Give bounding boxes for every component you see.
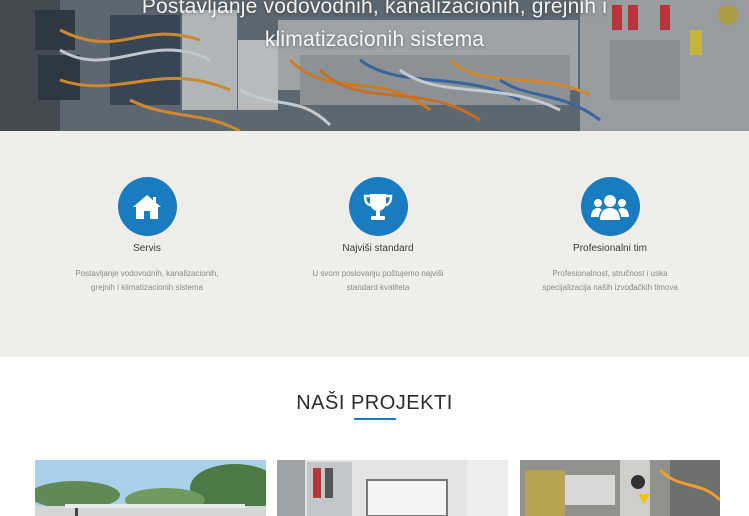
feature-description: Postavljanje vodovodnih, kanalizacionih,… (47, 267, 247, 294)
feature-icon-circle (580, 177, 640, 236)
feature-najvisi-standard: Najviši standard U svom poslovanju poštu… (278, 177, 478, 294)
feature-title: Servis (133, 243, 161, 254)
hero-title: Postavljanje vodovodnih, kanalizacionih,… (0, 0, 749, 56)
project-thumbnail-1[interactable] (35, 460, 266, 516)
hero-title-line-2: klimatizacionih sistema (264, 28, 485, 51)
feature-description-line-1: U svom poslovanju poštujemo najviši (312, 269, 444, 278)
projects-heading: NAŠI PROJEKTI (0, 392, 749, 415)
feature-servis: Servis Postavljanje vodovodnih, kanaliza… (47, 177, 247, 294)
heading-underline (354, 418, 396, 420)
project-thumbnail-3[interactable] (520, 460, 720, 516)
project-image-3 (520, 460, 720, 516)
trophy-icon (363, 193, 393, 220)
feature-description-line-2: standard kvaliteta (346, 282, 410, 292)
hero-title-line-1: Postavljanje vodovodnih, kanalizacionih,… (141, 0, 608, 18)
feature-title: Profesionalni tim (573, 243, 647, 254)
projects-heading-part-2: PROJEKTI (350, 392, 453, 414)
feature-icon-circle (117, 177, 177, 236)
projects-heading-part-1: NAŠI (296, 392, 351, 414)
feature-description-line-1: Postavljanje vodovodnih, kanalizacionih, (75, 269, 219, 278)
project-image-2 (277, 460, 508, 516)
users-icon (591, 194, 629, 220)
feature-description-line-1: Profesionalnost, stručnost i uska (552, 269, 668, 278)
feature-description: U svom poslovanju poštujemo najviši stan… (278, 267, 478, 294)
hero-banner: Postavljanje vodovodnih, kanalizacionih,… (0, 0, 749, 131)
feature-description-line-2: grejnih i klimatizacionih sistema (90, 282, 204, 292)
feature-profesionalni-tim: Profesionalni tim Profesionalnost, struč… (510, 177, 710, 294)
feature-description-line-2: specijalizacija naših izvođačkih timova (542, 282, 678, 292)
home-icon (133, 194, 161, 219)
feature-title: Najviši standard (342, 243, 414, 254)
features-section: Servis Postavljanje vodovodnih, kanaliza… (0, 131, 749, 357)
project-thumbnail-2[interactable] (277, 460, 508, 516)
project-image-1 (35, 460, 266, 516)
feature-icon-circle (348, 177, 408, 236)
feature-description: Profesionalnost, stručnost i uska specij… (510, 267, 710, 294)
